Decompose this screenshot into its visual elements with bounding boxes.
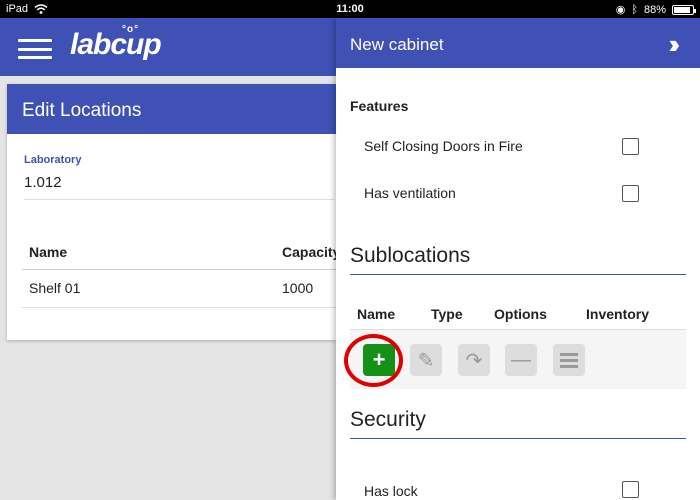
row-name: Shelf 01: [29, 280, 81, 296]
sublocations-heading: Sublocations: [350, 244, 686, 275]
clock: 11:00: [336, 3, 364, 15]
laboratory-label: Laboratory: [24, 154, 82, 166]
list-icon: [560, 352, 578, 368]
table-row[interactable]: Shelf 01 1000: [22, 272, 336, 308]
logo-text: labcup: [70, 28, 162, 61]
has-lock-checkbox[interactable]: [622, 481, 639, 498]
has-ventilation-checkbox[interactable]: [622, 185, 639, 202]
list-sublocation-button[interactable]: [553, 344, 585, 376]
sublocations-table: Name Type Options Inventory + ✎ ↷ —: [344, 295, 686, 389]
row-capacity: 1000: [282, 280, 314, 296]
redo-arrow-icon: ↷: [465, 349, 483, 372]
battery-percent: 88%: [643, 3, 666, 16]
self-closing-doors-checkbox[interactable]: [622, 138, 639, 155]
card-title: Edit Locations: [7, 84, 336, 134]
features-heading: Features: [350, 98, 409, 114]
sublocations-table-header: Name Type Options Inventory: [350, 295, 686, 330]
option-label: Has lock: [364, 483, 418, 499]
move-sublocation-button[interactable]: ↷: [458, 344, 490, 376]
column-type: Type: [431, 306, 463, 322]
logo-bubbles-icon: °o°: [122, 24, 140, 35]
app-logo[interactable]: labcup °o°: [70, 24, 162, 62]
bluetooth-icon: ᛒ: [631, 3, 638, 16]
column-inventory: Inventory: [586, 306, 650, 322]
security-heading: Security: [350, 408, 686, 439]
panel-title: New cabinet: [350, 35, 444, 54]
laboratory-field[interactable]: 1.012: [24, 174, 334, 200]
panel-header: New cabinet ››: [336, 18, 700, 68]
orientation-lock-icon: ◉: [615, 4, 626, 16]
column-options: Options: [494, 306, 547, 322]
new-cabinet-panel: New cabinet ›› Features Self Closing Doo…: [336, 18, 700, 500]
locations-table-header: Name Capacity: [22, 244, 340, 270]
column-capacity: Capacity: [282, 244, 341, 260]
remove-sublocation-button[interactable]: —: [505, 344, 537, 376]
column-name: Name: [29, 244, 68, 260]
collapse-panel-icon[interactable]: ››: [669, 29, 681, 60]
menu-icon[interactable]: [18, 39, 52, 59]
column-name: Name: [357, 306, 396, 322]
status-bar: iPad 11:00 ◉ ᛒ 88%: [0, 0, 700, 18]
edit-locations-card: Edit Locations Laboratory 1.012 Name Cap…: [7, 84, 340, 340]
option-label: Has ventilation: [364, 185, 456, 201]
battery-icon: [672, 4, 696, 15]
highlight-circle: [344, 334, 403, 387]
edit-sublocation-button[interactable]: ✎: [410, 344, 442, 376]
minus-icon: —: [511, 348, 531, 371]
app-header: labcup °o°: [0, 18, 336, 76]
option-label: Self Closing Doors in Fire: [364, 138, 523, 154]
pencil-icon: ✎: [417, 349, 435, 372]
